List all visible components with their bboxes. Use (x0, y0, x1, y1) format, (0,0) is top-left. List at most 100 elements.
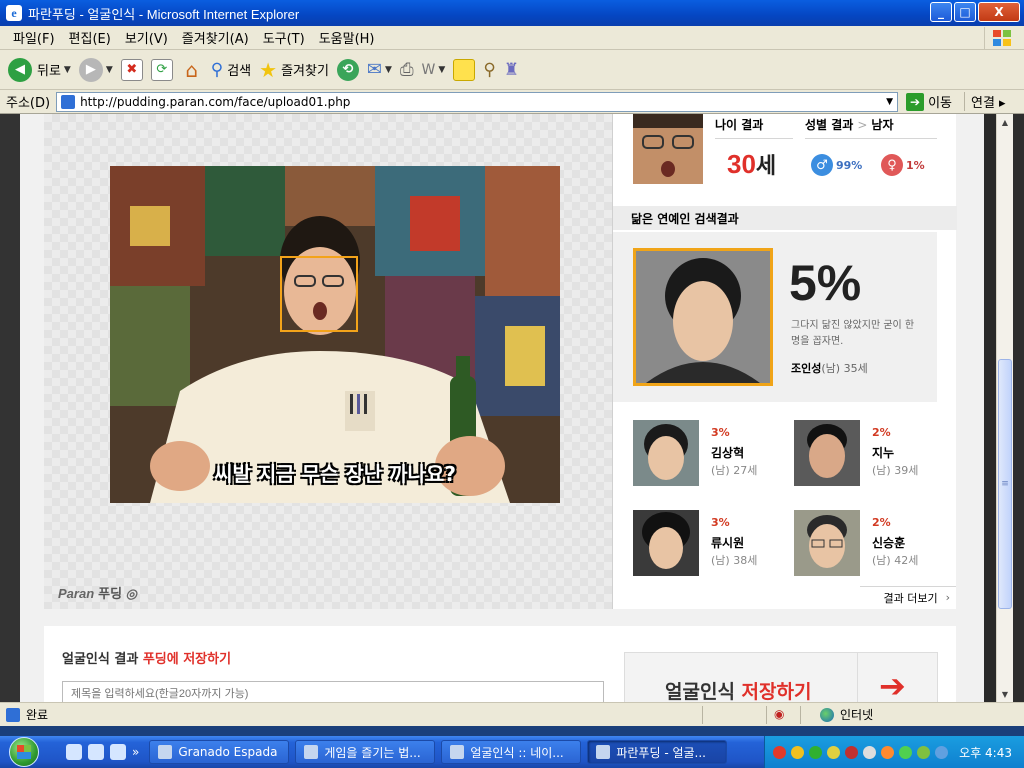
divider (805, 138, 937, 139)
quick-launch-media-icon[interactable] (110, 744, 126, 760)
tray-icon[interactable] (863, 745, 876, 759)
menu-file[interactable]: 파일(F) (6, 28, 62, 47)
forward-button[interactable]: ▶ ▼ (78, 57, 113, 82)
mail-dropdown-icon[interactable]: ▼ (385, 65, 392, 75)
minimize-button[interactable]: _ (930, 2, 952, 22)
privacy-icon[interactable]: ◉ (774, 707, 784, 721)
match-name: 김상혁 (711, 446, 745, 460)
mail-button[interactable]: ✉ ▼ (367, 59, 392, 80)
match-name: 지누 (872, 446, 895, 460)
title-input[interactable] (62, 681, 604, 702)
address-bar: 주소(D) http://pudding.paran.com/face/uplo… (0, 90, 1024, 114)
match-name: 류시원 (711, 536, 745, 550)
taskbar-item[interactable]: Granado Espada (149, 740, 290, 764)
go-arrow-icon: ➔ (906, 92, 925, 111)
match-item[interactable]: 3% 김상혁 (남) 27세 (633, 420, 783, 490)
security-zone[interactable]: 인터넷 (820, 706, 873, 723)
task-label: Granado Espada (178, 745, 278, 759)
messenger-button[interactable]: ♜ (504, 60, 519, 80)
ie-icon: e (6, 5, 22, 21)
taskbar-item[interactable]: 얼굴인식 :: 네이... (441, 740, 582, 764)
home-button[interactable]: ⌂ (181, 58, 203, 82)
go-button[interactable]: ➔ 이동 (906, 92, 952, 111)
history-button[interactable]: ⟲ (336, 58, 359, 81)
save-button-label-a: 얼굴인식 (665, 681, 742, 702)
chevron-right-icon: › (945, 591, 950, 604)
tray-icon[interactable] (809, 745, 822, 759)
status-divider (702, 706, 703, 724)
tray-icon[interactable] (791, 745, 804, 759)
match-photo (633, 510, 699, 576)
quick-launch-ie-icon[interactable] (88, 744, 104, 760)
status-divider (800, 706, 801, 724)
address-url[interactable]: http://pudding.paran.com/face/upload01.p… (80, 95, 886, 109)
research-icon: ⚲ (483, 59, 496, 80)
menu-favorites[interactable]: 즐겨찾기(A) (175, 28, 256, 47)
female-probability: ♀ 1% (881, 154, 925, 176)
save-title: 얼굴인식 결과 푸딩에 저장하기 (62, 648, 231, 667)
female-icon: ♀ (881, 154, 903, 176)
toolbar: ◀ 뒤로 ▼ ▶ ▼ ✖ ⟳ ⌂ ⚲ 검색 ★ 즐겨찾기 ⟲ ✉ ▼ ⎙ W ▼… (0, 50, 1024, 90)
save-button[interactable]: 얼굴인식 저장하기 ➔ (624, 652, 938, 702)
links-button[interactable]: 연결 ▸ (964, 92, 1006, 111)
match-name: 신승훈 (872, 536, 906, 550)
clock[interactable]: 오후 4:43 (959, 744, 1012, 761)
favorites-button[interactable]: ★ 즐겨찾기 (259, 58, 329, 82)
age-number: 30 (727, 149, 756, 179)
research-button[interactable]: ⚲ (483, 60, 495, 80)
search-button[interactable]: ⚲ 검색 (211, 60, 251, 80)
menu-tools[interactable]: 도구(T) (256, 28, 312, 47)
tray-icon[interactable] (899, 745, 912, 759)
gender-separator: > (857, 118, 868, 132)
back-button[interactable]: ◀ 뒤로 ▼ (8, 57, 71, 82)
tray-icon[interactable] (935, 745, 948, 759)
address-input[interactable]: http://pudding.paran.com/face/upload01.p… (56, 91, 899, 112)
match-item[interactable]: 2% 지누 (남) 39세 (794, 420, 944, 490)
quick-launch-more[interactable]: » (132, 745, 139, 759)
vertical-scrollbar[interactable]: ▲ ≡ ▼ (996, 114, 1013, 702)
scroll-thumb[interactable]: ≡ (998, 359, 1012, 609)
tray-icon[interactable] (827, 745, 840, 759)
tray-icon[interactable] (773, 745, 786, 759)
refresh-button[interactable]: ⟳ (150, 58, 173, 81)
forward-dropdown-icon[interactable]: ▼ (106, 65, 113, 75)
refresh-icon: ⟳ (150, 58, 173, 81)
edit-dropdown-icon[interactable]: ▼ (438, 65, 445, 75)
taskbar-item[interactable]: 게임을 즐기는 법... (295, 740, 436, 764)
history-icon: ⟲ (336, 58, 359, 81)
match-item[interactable]: 2% 신승훈 (남) 42세 (794, 510, 944, 580)
paran-pudding-logo: Paran 푸딩 ◎ (58, 586, 138, 601)
start-button[interactable] (0, 736, 48, 768)
menu-help[interactable]: 도움말(H) (312, 28, 382, 47)
print-button[interactable]: ⎙ (400, 60, 414, 80)
maximize-button[interactable]: □ (954, 2, 976, 22)
taskbar-item-active[interactable]: 파란푸딩 - 얼굴... (587, 740, 728, 764)
male-icon: ♂ (811, 154, 833, 176)
tray-icon[interactable] (917, 745, 930, 759)
top-match-photo[interactable] (633, 248, 773, 386)
tray-icon[interactable] (881, 745, 894, 759)
scroll-up-icon[interactable]: ▲ (997, 114, 1013, 130)
top-match-name[interactable]: 조인성(남) 35세 (791, 360, 868, 376)
scroll-down-icon[interactable]: ▼ (997, 686, 1013, 702)
tray-icon[interactable] (845, 745, 858, 759)
address-dropdown-icon[interactable]: ▼ (886, 97, 893, 107)
stop-button[interactable]: ✖ (120, 58, 143, 81)
match-meta: (남) 27세 (711, 464, 758, 477)
more-results-link[interactable]: 결과 더보기 › (860, 586, 956, 608)
menu-edit[interactable]: 편집(E) (62, 28, 118, 47)
notes-button[interactable] (453, 58, 476, 81)
edit-button[interactable]: W ▼ (422, 62, 446, 78)
match-meta: (남) 39세 (872, 464, 919, 477)
quick-launch-icon[interactable] (66, 744, 82, 760)
stop-icon: ✖ (120, 58, 143, 81)
back-dropdown-icon[interactable]: ▼ (64, 65, 71, 75)
task-icon (450, 745, 465, 759)
match-item[interactable]: 3% 류시원 (남) 38세 (633, 510, 783, 580)
go-label: 이동 (928, 96, 952, 111)
gender-result-header: 성별 결과 > 남자 (805, 116, 894, 133)
male-probability: ♂ 99% (811, 154, 862, 176)
window-titlebar[interactable]: e 파란푸딩 - 얼굴인식 - Microsoft Internet Explo… (0, 0, 1024, 26)
close-button[interactable]: X (978, 2, 1020, 22)
menu-view[interactable]: 보기(V) (118, 28, 175, 47)
